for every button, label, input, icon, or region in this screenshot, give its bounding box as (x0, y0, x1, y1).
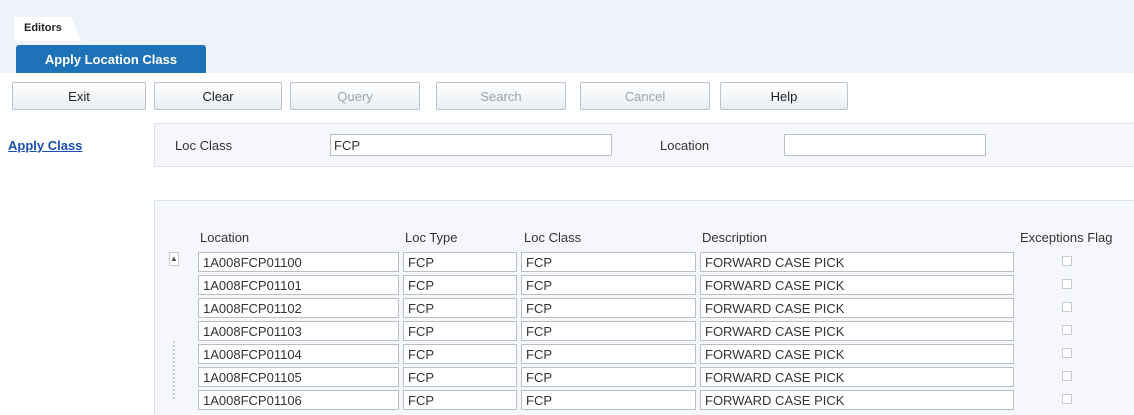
exceptions-flag-checkbox[interactable] (1062, 256, 1072, 266)
description-cell[interactable]: FORWARD CASE PICK (700, 367, 1014, 387)
editors-tab-label: Editors (24, 22, 62, 34)
location-cell[interactable]: 1A008FCP01103 (198, 321, 399, 341)
table-row[interactable]: 1A008FCP01105 FCP FCP FORWARD CASE PICK (0, 367, 1134, 387)
loc-type-cell[interactable]: FCP (403, 344, 517, 364)
loc-type-cell[interactable]: FCP (403, 390, 517, 410)
exceptions-flag-checkbox[interactable] (1062, 348, 1072, 358)
cancel-button[interactable]: Cancel (580, 82, 710, 110)
location-cell[interactable]: 1A008FCP01101 (198, 275, 399, 295)
description-cell[interactable]: FORWARD CASE PICK (700, 252, 1014, 272)
loc-type-cell[interactable]: FCP (403, 252, 517, 272)
location-cell[interactable]: 1A008FCP01106 (198, 390, 399, 410)
description-cell[interactable]: FORWARD CASE PICK (700, 275, 1014, 295)
location-cell[interactable]: 1A008FCP01104 (198, 344, 399, 364)
table-row[interactable]: 1A008FCP01102 FCP FCP FORWARD CASE PICK (0, 298, 1134, 318)
location-cell[interactable]: 1A008FCP01100 (198, 252, 399, 272)
loc-type-cell[interactable]: FCP (403, 321, 517, 341)
column-header-exceptions-flag[interactable]: Exceptions Flag (1020, 230, 1113, 245)
search-form-panel (154, 123, 1134, 167)
location-label: Location (660, 138, 710, 153)
description-cell[interactable]: FORWARD CASE PICK (700, 298, 1014, 318)
column-header-description[interactable]: Description (702, 230, 767, 245)
column-header-location[interactable]: Location (200, 230, 249, 245)
table-row[interactable]: 1A008FCP01100 FCP FCP FORWARD CASE PICK (0, 252, 1134, 272)
loc-class-cell[interactable]: FCP (521, 298, 696, 318)
loc-class-cell[interactable]: FCP (521, 367, 696, 387)
location-cell[interactable]: 1A008FCP01102 (198, 298, 399, 318)
loc-type-cell[interactable]: FCP (403, 298, 517, 318)
apply-class-link[interactable]: Apply Class (8, 138, 82, 153)
query-button[interactable]: Query (290, 82, 420, 110)
search-button[interactable]: Search (436, 82, 566, 110)
location-cell[interactable]: 1A008FCP01105 (198, 367, 399, 387)
table-row[interactable]: 1A008FCP01101 FCP FCP FORWARD CASE PICK (0, 275, 1134, 295)
column-header-loc-type[interactable]: Loc Type (405, 230, 458, 245)
table-row[interactable]: 1A008FCP01106 FCP FCP FORWARD CASE PICK (0, 390, 1134, 410)
help-button[interactable]: Help (720, 82, 848, 110)
exceptions-flag-checkbox[interactable] (1062, 279, 1072, 289)
loc-class-cell[interactable]: FCP (521, 252, 696, 272)
screen-title-tab[interactable]: Apply Location Class (16, 45, 206, 73)
description-cell[interactable]: FORWARD CASE PICK (700, 390, 1014, 410)
loc-class-cell[interactable]: FCP (521, 390, 696, 410)
loc-type-cell[interactable]: FCP (403, 275, 517, 295)
exceptions-flag-checkbox[interactable] (1062, 302, 1072, 312)
location-input[interactable] (784, 134, 986, 156)
loc-class-cell[interactable]: FCP (521, 275, 696, 295)
loc-class-cell[interactable]: FCP (521, 344, 696, 364)
description-cell[interactable]: FORWARD CASE PICK (700, 344, 1014, 364)
exceptions-flag-checkbox[interactable] (1062, 325, 1072, 335)
description-cell[interactable]: FORWARD CASE PICK (700, 321, 1014, 341)
loc-class-input[interactable] (330, 134, 612, 156)
loc-class-label: Loc Class (175, 138, 233, 153)
exceptions-flag-checkbox[interactable] (1062, 371, 1072, 381)
table-row[interactable]: 1A008FCP01103 FCP FCP FORWARD CASE PICK (0, 321, 1134, 341)
table-row[interactable]: 1A008FCP01104 FCP FCP FORWARD CASE PICK (0, 344, 1134, 364)
clear-button[interactable]: Clear (154, 82, 282, 110)
exit-button[interactable]: Exit (12, 82, 146, 110)
exceptions-flag-checkbox[interactable] (1062, 394, 1072, 404)
column-header-loc-class[interactable]: Loc Class (524, 230, 581, 245)
loc-type-cell[interactable]: FCP (403, 367, 517, 387)
top-bar (0, 0, 1134, 41)
loc-class-cell[interactable]: FCP (521, 321, 696, 341)
